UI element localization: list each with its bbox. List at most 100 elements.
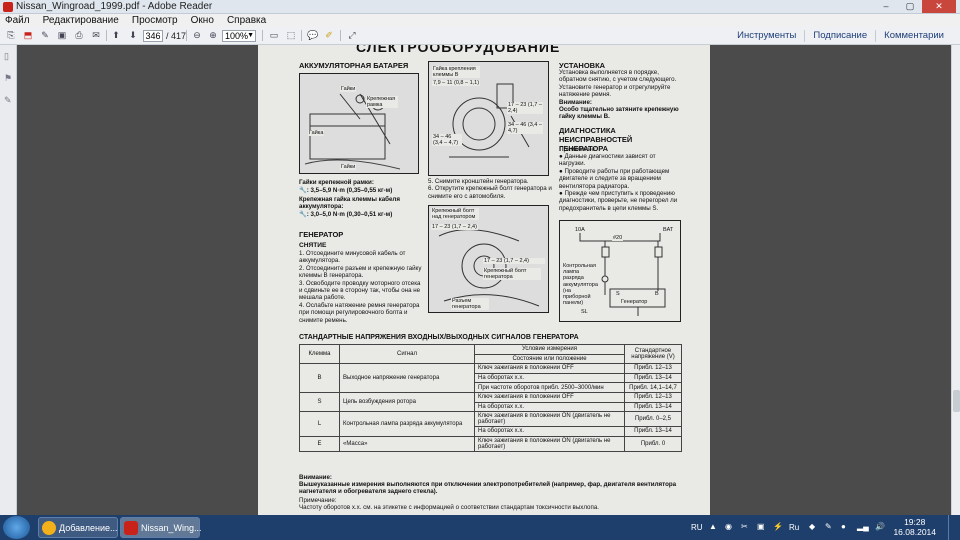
comment-icon[interactable]: 💬 bbox=[306, 29, 320, 42]
diagnostics-item: ● Данные диагностики зависят от нагрузки… bbox=[559, 153, 656, 168]
create-pdf-icon[interactable]: ⎘ bbox=[4, 29, 18, 42]
table-row: B Выходное напряжение генератора Ключ за… bbox=[299, 363, 682, 393]
window-title: Nissan_Wingroad_1999.pdf - Adobe Reader bbox=[16, 1, 213, 12]
page-thumbnails-icon[interactable]: ▯ bbox=[4, 51, 13, 61]
circuit-label-s: S bbox=[615, 291, 621, 298]
page-number-input[interactable]: 346 bbox=[143, 30, 163, 42]
save-icon[interactable]: ▣ bbox=[55, 29, 69, 42]
fig2-label-terminal-nut: Гайка крепления клеммы B bbox=[432, 66, 480, 79]
removal-step: 3. Освободите проводку моторного отсека … bbox=[299, 279, 421, 302]
show-desktop-button[interactable] bbox=[948, 515, 960, 540]
expand-icon[interactable]: ⤢ bbox=[345, 29, 359, 42]
diagnostics-item: ● Проводите работы при работающем двигат… bbox=[559, 167, 670, 190]
circuit-label-b: B bbox=[654, 291, 660, 298]
removal-heading: СНЯТИЕ bbox=[299, 242, 327, 249]
clamp-nut-label: Крепежная гайка клеммы кабеля аккумулято… bbox=[299, 196, 400, 211]
clamp-nut-torque: 🔧: 3,0–5,0 N·m (0,30–0,51 кг-м) bbox=[299, 211, 393, 218]
fig1-label-nut: Гайка bbox=[308, 130, 325, 137]
adobe-reader-icon bbox=[3, 2, 13, 12]
circuit-label-lamp: Контрольная лампа разряда аккумулятора (… bbox=[562, 263, 598, 307]
print-icon[interactable]: ⎙ bbox=[72, 29, 86, 42]
torque-wrench-icon: 🔧 bbox=[299, 187, 307, 194]
alternator-mount-figure: Крепежный болт над генератором 17 – 23 (… bbox=[428, 205, 549, 313]
fig3-label-mount-bolt: Крепежный болт генератора bbox=[483, 268, 541, 281]
minimize-button[interactable]: – bbox=[874, 0, 898, 13]
circuit-label-generator: Генератор bbox=[620, 299, 649, 306]
col-signal: Сигнал bbox=[339, 343, 475, 365]
signals-table: Клемма Сигнал Условие измерения Стандарт… bbox=[299, 343, 682, 452]
battery-heading: АККУМУЛЯТОРНАЯ БАТАРЕЯ bbox=[299, 61, 409, 70]
attention-text: Особо тщательно затяните крепежную гайку… bbox=[559, 106, 679, 121]
page-top-title: СЛЕКТРООБОРУДОВАНИЕ bbox=[356, 45, 561, 55]
chevron-down-icon: ▼ bbox=[247, 32, 254, 39]
fit-page-icon[interactable]: ▭ bbox=[267, 29, 281, 42]
page-total: / 417 bbox=[166, 31, 187, 41]
clock[interactable]: 19:28 16.08.2014 bbox=[893, 517, 936, 537]
edit-icon[interactable]: ✎ bbox=[38, 29, 52, 42]
next-page-icon[interactable]: ⬇ bbox=[126, 29, 140, 42]
chrome-tray-icon[interactable]: ◉ bbox=[725, 522, 732, 531]
attachments-icon[interactable]: ✎ bbox=[4, 95, 13, 105]
circuit-label-bat: BAT bbox=[662, 227, 675, 234]
taskbar-chrome[interactable]: Добавление... bbox=[38, 517, 118, 538]
keyboard-layout-indicator[interactable]: Ru bbox=[789, 523, 799, 532]
clock-date: 16.08.2014 bbox=[893, 526, 936, 537]
fig1-label-nuts: Гайки bbox=[340, 86, 357, 93]
start-button[interactable] bbox=[3, 516, 30, 539]
fig1-label-nuts2: Гайки bbox=[340, 164, 357, 171]
sign-link[interactable]: Подписание bbox=[804, 30, 875, 42]
menu-file[interactable]: Файл bbox=[0, 14, 35, 27]
chrome-icon bbox=[42, 521, 56, 535]
removal-steps: 1. Отсоедините минусовой кабель от аккум… bbox=[299, 250, 424, 324]
circuit-label-sl: SL bbox=[580, 309, 589, 316]
fig3-label-upper-bolt: Крепежный болт над генератором bbox=[431, 208, 479, 221]
taskbar: Добавление... Nissan_Wing... RU ▲ ◉ ✂ ▣ … bbox=[0, 515, 960, 540]
fig2-torque-4: 34 – 46 (3,4 – 4,7) bbox=[507, 122, 543, 135]
scrollbar-thumb[interactable] bbox=[953, 390, 960, 412]
tray-expand-icon[interactable]: ▲ bbox=[709, 522, 717, 531]
tray-app-icon[interactable]: ✎ bbox=[825, 522, 832, 531]
warning-text: Вышеуказанные измерения выполняются при … bbox=[299, 481, 677, 496]
alternator-figure: Гайка крепления клеммы B 7,9 – 11 (0,8 –… bbox=[428, 61, 549, 176]
tray-app-icon[interactable]: ◆ bbox=[809, 522, 815, 531]
circuit-diagram: 10A #20 BAT Контрольная лампа разряда ак… bbox=[559, 220, 681, 322]
menu-help[interactable]: Справка bbox=[222, 14, 271, 27]
tools-link[interactable]: Инструменты bbox=[729, 30, 804, 42]
removal-step: 1. Отсоедините минусовой кабель от аккум… bbox=[299, 250, 406, 265]
maximize-button[interactable]: ▢ bbox=[898, 0, 922, 13]
zoom-in-icon[interactable]: ⊕ bbox=[206, 29, 220, 42]
fit-width-icon[interactable]: ⬚ bbox=[284, 29, 298, 42]
fig3-label-connector: Разъем генератора bbox=[451, 298, 489, 311]
language-indicator[interactable]: RU bbox=[691, 523, 703, 532]
highlight-icon[interactable]: ✐ bbox=[322, 29, 336, 42]
circuit-label-fuse-no: #20 bbox=[612, 235, 624, 242]
prev-page-icon[interactable]: ⬆ bbox=[109, 29, 123, 42]
close-button[interactable]: ✕ bbox=[922, 0, 956, 13]
menu-edit[interactable]: Редактирование bbox=[38, 14, 124, 27]
comments-link[interactable]: Комментарии bbox=[875, 30, 952, 42]
tray-app-icon[interactable]: ● bbox=[841, 522, 846, 531]
tray-app-icon[interactable]: ⚡ bbox=[773, 522, 783, 531]
fig1-label-frame: Крепежная рамка bbox=[366, 96, 398, 109]
bookmarks-icon[interactable]: ⚑ bbox=[4, 73, 13, 83]
menu-view[interactable]: Просмотр bbox=[127, 14, 183, 27]
volume-icon[interactable]: 🔊 bbox=[875, 522, 885, 531]
tray-app-icon[interactable]: ▣ bbox=[757, 522, 765, 531]
zoom-select[interactable]: 100% ▼ bbox=[222, 30, 256, 42]
taskbar-adobe-reader[interactable]: Nissan_Wing... bbox=[120, 517, 202, 538]
circuit-label-fuse: 10A bbox=[574, 227, 586, 234]
menu-window[interactable]: Окно bbox=[186, 14, 219, 27]
removal-step: 4. Ослабьте натяжение ремня генератора п… bbox=[299, 301, 420, 324]
removal-step: 2. Отсоедините разъем и крепежную гайку … bbox=[299, 264, 422, 280]
email-icon[interactable]: ✉ bbox=[89, 29, 103, 42]
removal-step: 5. Снимите кронштейн генератора. bbox=[428, 178, 529, 185]
zoom-out-icon[interactable]: ⊖ bbox=[190, 29, 204, 42]
fig3-torque-2: 17 – 23 (1,7 – 2,4) bbox=[483, 258, 545, 265]
note2-text: Частоту оборотов х.х. см. на этикетке с … bbox=[299, 504, 599, 511]
diagnostics-item: ● Прежде чем приступить к проведению диа… bbox=[559, 190, 678, 212]
tray-app-icon[interactable]: ✂ bbox=[741, 522, 748, 531]
network-icon[interactable]: ▂▄ bbox=[857, 522, 869, 531]
install-text: Установка выполняется в порядке, обратно… bbox=[559, 69, 677, 99]
pdf-export-icon[interactable]: ⬒ bbox=[21, 29, 35, 42]
vertical-scrollbar[interactable] bbox=[951, 45, 960, 515]
